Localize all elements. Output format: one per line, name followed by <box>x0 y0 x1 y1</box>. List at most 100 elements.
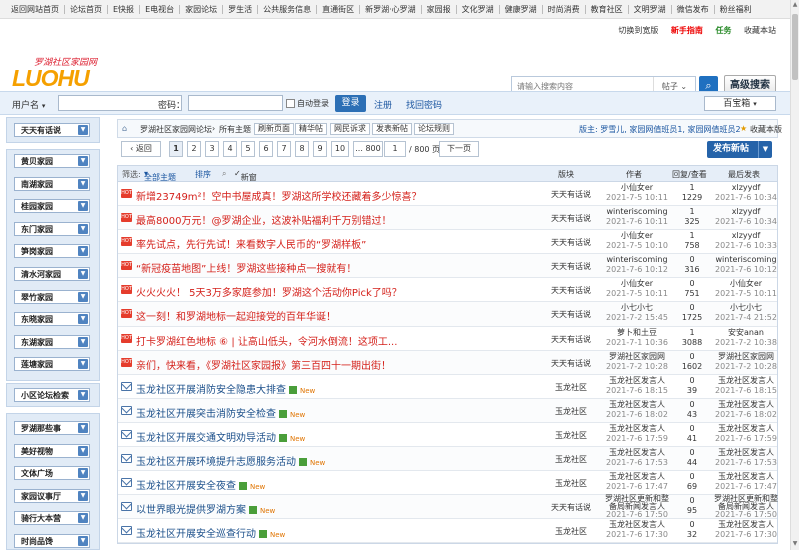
chevron-down-icon[interactable]: ▼ <box>758 141 772 158</box>
wide-version-link[interactable]: 切换到宽版 <box>618 26 658 35</box>
last-poster[interactable]: 罗湖社区家园网 <box>714 352 778 362</box>
task-link[interactable]: 任务 <box>715 26 731 35</box>
breadcrumb-all-topics[interactable]: 所有主题 <box>219 124 251 135</box>
last-post-date[interactable]: 2021-7-2 10:28 <box>714 362 778 372</box>
last-post-date[interactable]: 2021-7-6 18:02 <box>714 410 778 420</box>
sidebar-item-group[interactable]: 笋岗家园 ▼ <box>14 244 90 259</box>
thread-forum[interactable]: 天天有话说 <box>542 358 600 369</box>
new-window-toggle[interactable]: ✓ 新窗 <box>234 169 257 182</box>
last-poster[interactable]: xlzyydf <box>714 207 778 217</box>
thread-forum[interactable]: 玉龙社区 <box>542 382 600 393</box>
thread-forum[interactable]: 天天有话说 <box>542 261 600 272</box>
author-name[interactable]: 小七小七 <box>602 303 672 313</box>
login-button[interactable]: 登录 <box>335 95 366 112</box>
top-nav-link[interactable]: E快报 <box>108 4 141 14</box>
page-link[interactable]: 8 <box>295 141 309 157</box>
search-icon[interactable]: ⌕ <box>222 169 226 179</box>
last-post-date[interactable]: 2021-7-6 10:34 <box>714 217 778 227</box>
thread-row[interactable]: 玉龙社区开展交通文明劝导活动 New 玉龙社区 玉龙社区发言人 2021-7-6 17:… <box>118 423 777 448</box>
last-poster[interactable]: 玉龙社区发言人 <box>714 400 778 410</box>
top-nav-link[interactable]: 家园论坛 <box>180 4 224 14</box>
favorite-site-link[interactable]: 收藏本站 <box>744 26 776 35</box>
scroll-down-icon[interactable]: ▼ <box>792 540 798 548</box>
digest-button[interactable]: 精华帖 <box>295 123 327 135</box>
newbie-guide-link[interactable]: 新手指南 <box>671 26 703 35</box>
thread-forum[interactable]: 天天有话说 <box>542 502 600 513</box>
author-name[interactable]: 玉龙社区发言人 <box>602 400 672 410</box>
top-nav-link[interactable]: 直通街区 <box>317 4 361 14</box>
sidebar-item-group[interactable]: 东门家园 ▼ <box>14 221 90 236</box>
register-link[interactable]: 注册 <box>374 98 392 111</box>
page-link[interactable]: 4 <box>223 141 237 157</box>
top-nav-link[interactable]: 返回网站首页 <box>6 4 65 14</box>
thread-forum[interactable]: 玉龙社区 <box>542 478 600 489</box>
author-name[interactable]: 小仙女er <box>602 279 672 289</box>
publish-new-post-button[interactable]: 发布新帖 ▼ <box>707 141 772 158</box>
thread-forum[interactable]: 天天有话说 <box>542 309 600 320</box>
thread-row[interactable]: 玉龙社区开展消防安全隐患大排查 New 玉龙社区 玉龙社区发言人 2021-7-6 18… <box>118 375 777 399</box>
forgot-password-link[interactable]: 找回密码 <box>406 98 442 111</box>
author-name[interactable]: winteriscoming <box>602 207 672 217</box>
author-name[interactable]: 玉龙社区发言人 <box>602 424 672 434</box>
moderators[interactable]: 版主: 罗雪儿, 家园网值班员1, 家园网值班员2 <box>579 124 741 135</box>
search-input[interactable]: 请输入搜索内容 <box>512 81 653 92</box>
last-poster[interactable]: xlzyydf <box>714 183 778 193</box>
last-poster[interactable]: 玉龙社区发言人 <box>714 520 778 530</box>
author-name[interactable]: winteriscoming <box>602 255 672 265</box>
back-button[interactable]: ‹ 返回 <box>121 141 161 157</box>
last-post-date[interactable]: 2021-7-6 18:15 <box>714 386 778 396</box>
auto-login-checkbox[interactable] <box>286 99 295 108</box>
top-nav-link[interactable]: 公共服务信息 <box>258 4 318 14</box>
site-logo[interactable]: 罗湖社区家园网 LUOHU <box>12 55 132 95</box>
password-input[interactable] <box>188 95 283 111</box>
author-name[interactable]: 罗湖社区家园网 <box>602 352 672 362</box>
thread-title[interactable]: 玉龙社区开展消防安全隐患大排查 New <box>136 381 315 396</box>
thread-forum[interactable]: 玉龙社区 <box>542 454 600 465</box>
page-number-input[interactable]: 1 <box>384 141 406 157</box>
sidebar-item-group[interactable]: 南湖家园 ▼ <box>14 176 90 191</box>
sidebar-item-bottom[interactable]: 时尚品馋 ▼ <box>14 534 90 548</box>
thread-title[interactable]: 最高8000万元！@罗湖企业，这波补贴福利千万别错过！ <box>136 212 391 227</box>
thread-forum[interactable]: 天天有话说 <box>542 334 600 345</box>
home-icon[interactable]: ⌂ <box>122 124 127 133</box>
favorite-board-link[interactable]: 收藏本版 <box>750 124 782 135</box>
author-name[interactable]: 小仙女er <box>602 231 672 241</box>
last-poster[interactable]: 玉龙社区发言人 <box>714 472 778 482</box>
page-link[interactable]: 6 <box>259 141 273 157</box>
thread-title[interactable]: 以世界眼光提供罗湖方案 New <box>136 501 275 516</box>
thread-row[interactable]: 玉龙社区开展环境提升志愿服务活动 New 玉龙社区 玉龙社区发言人 2021-7-6 1… <box>118 447 778 472</box>
toolbox-dropdown[interactable]: 百宝箱 ▾ <box>704 96 776 111</box>
thread-title[interactable]: 亲们，快来看，《罗湖社区家园报》第三百四十一期出街！ <box>136 357 391 372</box>
last-poster[interactable]: 玉龙社区发言人 <box>714 448 778 458</box>
top-nav-link[interactable]: 教育社区 <box>586 4 629 14</box>
vertical-scrollbar[interactable]: ▲ ▼ <box>790 0 799 550</box>
sidebar-item-bottom[interactable]: 文体广场 ▼ <box>14 466 90 481</box>
thread-title[interactable]: 率先试点，先行先试！来看数字人民币的“罗湖样板” <box>136 236 366 251</box>
last-poster[interactable]: 安安anan <box>714 328 778 338</box>
last-poster[interactable]: 罗湖社区更新和整备局新闻发言人 <box>714 495 778 511</box>
thread-title[interactable]: 玉龙社区开展安全巡查行动 New <box>136 525 285 540</box>
sort-link[interactable]: 排序 <box>195 169 211 180</box>
last-post-date[interactable]: 2021-7-6 10:12 <box>714 265 778 275</box>
sidebar-item-group[interactable]: 翠竹家园 ▼ <box>14 289 90 304</box>
forum-rules-button[interactable]: 论坛规则 <box>414 123 454 135</box>
thread-row[interactable]: HOT 亲们，快来看，《罗湖社区家园报》第三百四十一期出街！ 天天有话说 罗湖社区家园… <box>118 350 778 375</box>
scrollbar-thumb[interactable] <box>792 14 798 80</box>
sidebar-item-group[interactable]: 东晓家园 ▼ <box>14 312 90 327</box>
sidebar-item-group[interactable]: 东湖家园 ▼ <box>14 334 90 349</box>
sidebar-item-top[interactable]: 天天有话说 ▼ <box>14 123 90 137</box>
thread-row[interactable]: HOT 打卡罗湖红色地标 ⑥ | 让高山低头，令河水倒流！这项工... 天天有话说萝… <box>118 327 777 351</box>
new-post-link-button[interactable]: 发表新帖 <box>372 123 412 135</box>
last-poster[interactable]: 小七小七 <box>714 303 778 313</box>
sidebar-item-group[interactable]: 莲塘家园 ▼ <box>14 357 90 372</box>
next-page-button[interactable]: 下一页 <box>439 141 479 157</box>
page-link[interactable]: 3 <box>205 141 219 157</box>
thread-row[interactable]: HOT 火火火火！ 5天3万多家庭参加！罗湖这个活动你Pick了吗？ 天天有话说 小仙… <box>118 278 777 303</box>
last-post-date[interactable]: 2021-7-6 17:50 <box>714 511 778 519</box>
author-name[interactable]: 玉龙社区发言人 <box>602 376 672 386</box>
thread-title[interactable]: 打卡罗湖红色地标 ⑥ | 让高山低头，令河水倒流！这项工... <box>136 333 397 348</box>
refresh-page-button[interactable]: 刷新页面 <box>254 123 294 135</box>
thread-forum[interactable]: 天天有话说 <box>542 285 600 296</box>
thread-title[interactable]: 这一刻！和罗湖地标一起迎接党的百年华诞！ <box>136 308 336 323</box>
author-name[interactable]: 玉龙社区发言人 <box>602 472 672 482</box>
